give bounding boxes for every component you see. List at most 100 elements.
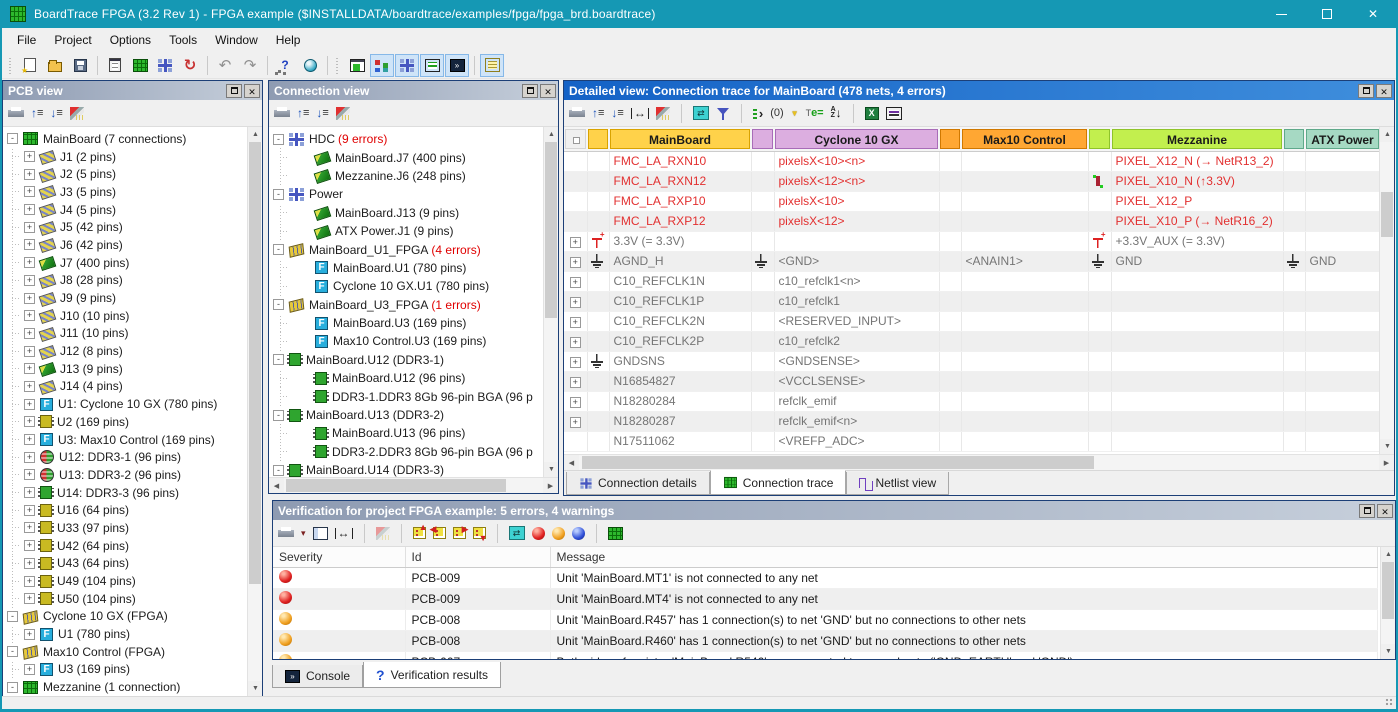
row-expander[interactable]: + (570, 417, 581, 428)
tree-expander[interactable]: + (24, 275, 35, 286)
detail-maximize-button[interactable] (1358, 84, 1374, 98)
max10-column-header[interactable]: Max10 Control (962, 129, 1087, 149)
tab-connection-trace[interactable]: Connection trace (710, 470, 847, 495)
scroll-thumb[interactable] (545, 142, 557, 318)
net-row[interactable]: + C10_REFCLK2N <RESERVED_INPUT> (564, 311, 1380, 331)
highlight-button[interactable] (70, 107, 84, 120)
tree-expander[interactable]: - (7, 611, 18, 622)
row-expander[interactable]: + (570, 297, 581, 308)
row-expander[interactable]: + (570, 277, 581, 288)
menu-item[interactable]: Project (45, 30, 100, 50)
net-row[interactable]: FMC_LA_RXN12 pixelsX<12><n> PIXEL_X10_N … (564, 171, 1380, 191)
tree-item[interactable]: Cyclone 10 GX.U1 (780 pins) (269, 277, 543, 295)
tree-expander[interactable]: - (7, 646, 18, 657)
web-help-button[interactable] (298, 54, 322, 77)
connection-view-toggle[interactable] (395, 54, 419, 77)
print-button[interactable] (569, 107, 585, 120)
previous-message-button[interactable] (433, 527, 446, 539)
pcb-vertical-scrollbar[interactable]: ▲ ▼ (247, 127, 262, 696)
tree-expander[interactable]: - (273, 244, 284, 255)
tree-item[interactable]: - Max10 Control (FPGA) (3, 643, 247, 661)
pcb-view-toggle[interactable] (345, 54, 369, 77)
trace-query-button[interactable] (273, 54, 297, 77)
tree-expander[interactable]: + (24, 452, 35, 463)
scroll-thumb[interactable] (1382, 562, 1394, 619)
tree-expander[interactable]: + (24, 629, 35, 640)
cyclone-column-header[interactable]: Cyclone 10 GX (775, 129, 938, 149)
console-toggle[interactable] (445, 54, 469, 77)
connection-button[interactable] (153, 54, 177, 77)
filter-button[interactable] (716, 107, 730, 120)
row-expander[interactable]: + (570, 377, 581, 388)
highlight-button[interactable] (336, 107, 350, 120)
tree-item[interactable]: + U43 (64 pins) (3, 555, 247, 573)
tree-item[interactable]: - Cyclone 10 GX (FPGA) (3, 608, 247, 626)
tree-expander[interactable]: + (24, 239, 35, 250)
tree-item[interactable]: + J2 (5 pins) (3, 165, 247, 183)
row-expander[interactable]: + (570, 237, 581, 248)
menu-item[interactable]: File (8, 30, 45, 50)
verification-vertical-scrollbar[interactable]: ▲ ▼ (1380, 547, 1395, 659)
verification-row[interactable]: PCB-009 Unit 'MainBoard.MT4' is not conn… (273, 588, 1378, 609)
menu-item[interactable]: Tools (160, 30, 206, 50)
verification-row[interactable]: PCB-009 Unit 'MainBoard.MT1' is not conn… (273, 567, 1378, 588)
net-row[interactable]: + C10_REFCLK2P c10_refclk2 (564, 331, 1380, 351)
connection-horizontal-scrollbar[interactable]: ◀ ▶ (269, 477, 558, 493)
tree-item[interactable]: - Power (269, 185, 543, 203)
expand-columns-button[interactable] (509, 526, 525, 540)
scroll-down-arrow[interactable]: ▼ (544, 462, 558, 477)
collapse-all-button[interactable] (592, 106, 604, 120)
tree-expander[interactable]: + (24, 487, 35, 498)
scroll-thumb[interactable] (1381, 192, 1393, 237)
tree-item[interactable]: + U13: DDR3-2 (96 pins) (3, 466, 247, 484)
tab-netlist-view[interactable]: Netlist view (846, 472, 949, 495)
sort-az-button[interactable] (831, 106, 842, 120)
next-message-button[interactable] (453, 527, 466, 539)
scroll-right-arrow[interactable]: ▶ (543, 478, 558, 493)
row-expander[interactable]: + (570, 317, 581, 328)
show-errors-toggle[interactable] (532, 527, 545, 540)
resize-grip[interactable] (1385, 698, 1394, 707)
scroll-left-arrow[interactable]: ◀ (269, 478, 284, 493)
tree-item[interactable]: + U42 (64 pins) (3, 537, 247, 555)
verification-maximize-button[interactable] (1359, 504, 1375, 518)
tree-item[interactable]: MainBoard.J7 (400 pins) (269, 148, 543, 166)
mainboard-column-header[interactable]: MainBoard (610, 129, 750, 149)
tab-verification-results[interactable]: Verification results (363, 662, 501, 688)
legend-button[interactable] (886, 107, 902, 120)
connection-close-button[interactable] (540, 84, 556, 98)
board-button[interactable] (608, 527, 623, 540)
tree-item[interactable]: + U14: DDR3-3 (96 pins) (3, 484, 247, 502)
verification-close-button[interactable] (1377, 504, 1393, 518)
refresh-button[interactable] (178, 54, 202, 77)
tree-item[interactable]: - MainBoard_U1_FPGA (4 errors) (269, 240, 543, 258)
tree-item[interactable]: + J6 (42 pins) (3, 236, 247, 254)
id-column-header[interactable]: Id (405, 547, 550, 567)
atx-icon-header[interactable] (1284, 129, 1304, 149)
tree-item[interactable]: + U2 (169 pins) (3, 413, 247, 431)
corner-header-cell[interactable] (565, 129, 586, 149)
minimize-button[interactable] (1258, 0, 1304, 28)
tree-expander[interactable]: - (273, 189, 284, 200)
scroll-down-arrow[interactable]: ▼ (1381, 644, 1395, 659)
mezzanine-column-header[interactable]: Mezzanine (1112, 129, 1282, 149)
verification-row[interactable]: PCB-007 Both sides of resistor 'MainBoar… (273, 651, 1378, 659)
net-row[interactable]: + AGND_H <GND> <ANAIN1> GND GND (564, 251, 1380, 271)
net-row[interactable]: + C10_REFCLK1P c10_refclk1 (564, 291, 1380, 311)
scroll-thumb[interactable] (286, 479, 506, 492)
scroll-left-arrow[interactable]: ◀ (564, 455, 579, 470)
tree-item[interactable]: MainBoard.U13 (96 pins) (269, 424, 543, 442)
net-row[interactable]: FMC_LA_RXN10 pixelsX<10><n> PIXEL_X12_N … (564, 151, 1380, 171)
message-column-header[interactable]: Message (550, 547, 1378, 567)
print-button[interactable] (278, 527, 294, 540)
tree-expander[interactable]: + (24, 399, 35, 410)
row-expander[interactable]: + (570, 357, 581, 368)
tree-item[interactable]: MainBoard.U12 (96 pins) (269, 369, 543, 387)
tree-expander[interactable]: + (24, 576, 35, 587)
scroll-down-arrow[interactable]: ▼ (248, 681, 262, 696)
tree-expander[interactable]: - (7, 133, 18, 144)
detail-close-button[interactable] (1376, 84, 1392, 98)
scroll-up-arrow[interactable]: ▲ (1380, 127, 1394, 142)
tree-item[interactable]: + U49 (104 pins) (3, 572, 247, 590)
tree-item[interactable]: Mezzanine.J6 (248 pins) (269, 167, 543, 185)
